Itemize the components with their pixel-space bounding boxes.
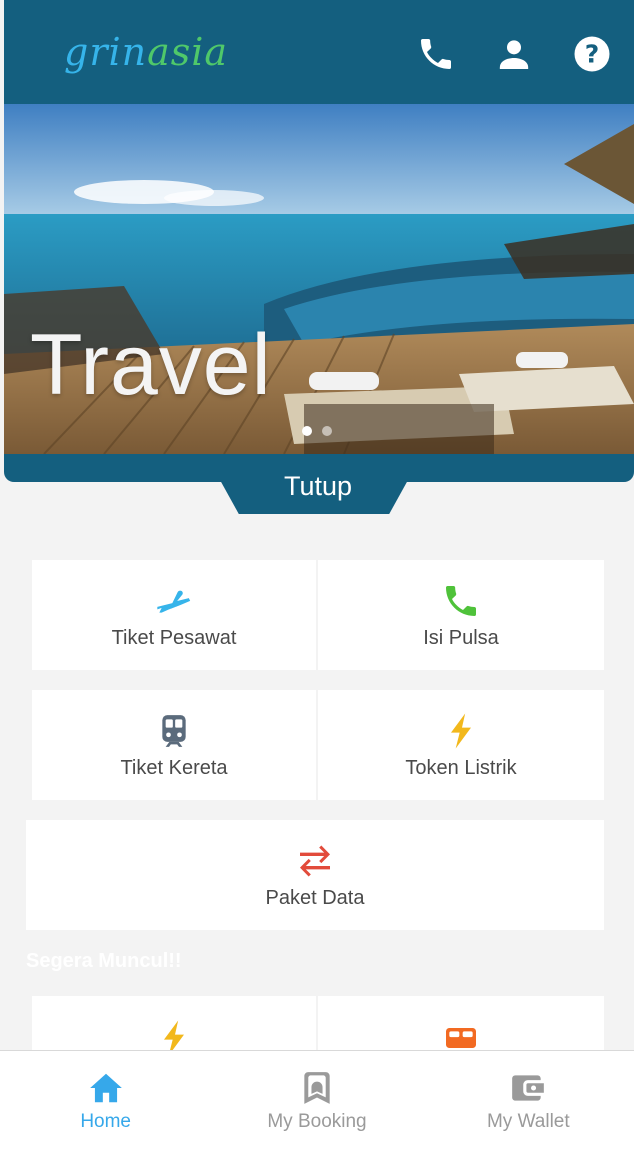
menu-item-token-listrik[interactable]: Token Listrik — [318, 690, 604, 800]
bottom-navigation: Home My Booking My Wallet — [0, 1050, 634, 1154]
menu-item-isi-pulsa[interactable]: Isi Pulsa — [318, 560, 604, 670]
carousel-dot-2[interactable] — [322, 426, 332, 436]
menu-item-paket-data[interactable]: Paket Data — [26, 820, 604, 930]
grinasia-logo[interactable]: grinasia — [64, 22, 227, 88]
data-transfer-icon — [295, 841, 335, 881]
plane-icon — [154, 581, 194, 621]
coming-soon-title: Segera Muncul!! — [26, 950, 182, 972]
app-header: grinasia ? — [4, 0, 634, 104]
promo-banner[interactable]: Travel — [4, 104, 634, 482]
user-icon[interactable] — [494, 34, 534, 74]
nav-home[interactable]: Home — [0, 1051, 211, 1154]
home-icon — [87, 1069, 125, 1107]
menu-item-tiket-kereta[interactable]: Tiket Kereta — [32, 690, 316, 800]
help-icon[interactable]: ? — [572, 34, 612, 74]
banner-title: Travel — [30, 317, 272, 413]
phone-icon — [441, 581, 481, 621]
train-icon — [154, 711, 194, 751]
menu-item-tiket-pesawat[interactable]: Tiket Pesawat — [32, 560, 316, 670]
nav-my-booking[interactable]: My Booking — [211, 1051, 422, 1154]
booking-icon — [298, 1069, 336, 1107]
lightning-icon — [441, 711, 481, 751]
phone-icon[interactable] — [416, 34, 456, 74]
nav-my-wallet[interactable]: My Wallet — [423, 1051, 634, 1154]
carousel-dot-1[interactable] — [302, 426, 312, 436]
collapse-banner-button[interactable]: Tutup — [220, 466, 416, 506]
svg-text:?: ? — [585, 40, 600, 69]
wallet-icon — [509, 1069, 547, 1107]
carousel-dots — [302, 426, 332, 436]
